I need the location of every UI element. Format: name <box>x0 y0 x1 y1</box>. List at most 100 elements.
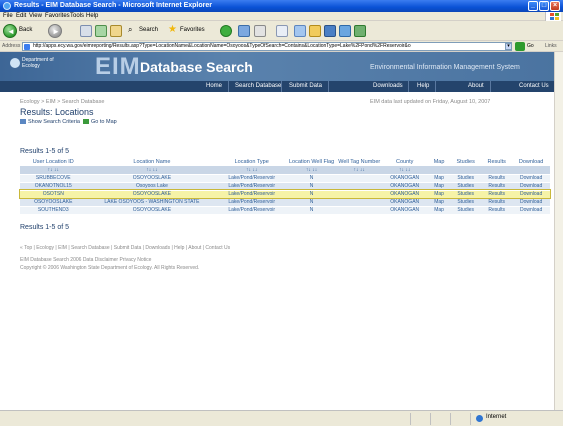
menu-favorites[interactable]: Favorites <box>45 13 70 19</box>
studies-link[interactable]: Studies <box>450 205 482 214</box>
refresh-icon[interactable] <box>95 25 107 37</box>
county-cell: OKANOGAN <box>381 197 428 206</box>
location-id-link[interactable]: OSOTSN <box>20 189 87 198</box>
column-header: Map <box>433 159 445 165</box>
sort-arrows-icon[interactable]: ↑↓ ↓↓ <box>286 166 338 174</box>
column-header[interactable]: Location Name <box>87 158 218 166</box>
download-link[interactable]: Download <box>512 173 550 182</box>
browser-window: Results - EIM Database Search - Microsof… <box>0 0 563 426</box>
column-header[interactable]: Location Well Flag <box>286 158 337 166</box>
minimize-button[interactable]: _ <box>528 1 538 11</box>
go-arrow-icon[interactable] <box>515 42 525 51</box>
results-link[interactable]: Results <box>481 181 513 190</box>
print-icon[interactable] <box>276 25 288 37</box>
security-zone: Internet <box>486 414 507 420</box>
nav-about[interactable]: About <box>468 83 484 89</box>
studies-link[interactable]: Studies <box>450 181 482 190</box>
ecology-logo[interactable]: Department of Ecology <box>10 56 54 76</box>
map-icon <box>83 119 90 124</box>
menu-edit[interactable]: Edit <box>16 13 26 19</box>
location-name-cell: OSOYOOSLAKE <box>86 173 218 182</box>
location-id-link[interactable]: SOUTHEND3 <box>20 205 87 214</box>
back-button[interactable]: ◄ Back <box>3 24 35 38</box>
results-link[interactable]: Results <box>481 197 513 206</box>
ie-logo-icon <box>3 2 11 10</box>
map-link[interactable]: Map <box>427 181 451 190</box>
map-link[interactable]: Map <box>427 197 451 206</box>
forward-button[interactable]: ► <box>48 24 64 38</box>
menu-file[interactable]: File <box>3 13 13 19</box>
show-search-criteria-link[interactable]: Show Search Criteria <box>28 119 80 125</box>
footer-nav[interactable]: « Top | Ecology | EIM | Search Database … <box>20 245 230 251</box>
window-title: Results - EIM Database Search - Microsof… <box>14 2 212 9</box>
favorites-button[interactable]: ★ Favorites <box>168 24 212 38</box>
sort-arrows-icon[interactable]: ↑↓ ↓↓ <box>86 166 218 174</box>
nav-downloads[interactable]: Downloads <box>373 83 403 89</box>
location-id-link[interactable]: OKANOTNOL15 <box>20 181 87 190</box>
edit-icon[interactable] <box>294 25 306 37</box>
breadcrumb[interactable]: Ecology > EIM > Search Database <box>20 99 104 105</box>
links-button[interactable]: Links <box>545 43 557 49</box>
sort-arrows-icon[interactable]: ↑↓ ↓↓ <box>381 166 428 174</box>
column-header[interactable]: County <box>381 158 428 166</box>
folder-icon[interactable] <box>309 25 321 37</box>
sort-arrows-icon[interactable]: ↑↓ ↓↓ <box>337 166 382 174</box>
close-button[interactable]: × <box>550 1 560 11</box>
search-button[interactable]: ⌕ Search <box>128 24 168 38</box>
nav-search-database[interactable]: Search Database <box>235 83 281 89</box>
toolbar: ◄ Back ► ⌕ Search ★ Favorites <box>0 21 563 41</box>
windows-logo-icon <box>545 12 561 21</box>
location-id-link[interactable]: OSOYOOSLAKE <box>20 197 87 206</box>
studies-link[interactable]: Studies <box>450 173 482 182</box>
column-header[interactable]: Well Tag Number <box>337 158 381 166</box>
address-dropdown-icon[interactable]: ▾ <box>505 43 512 50</box>
nav-home[interactable]: Home <box>206 83 222 89</box>
results-count: Results 1-5 of 5 <box>20 148 70 155</box>
messenger-icon[interactable] <box>324 25 336 37</box>
column-header: Studies <box>456 159 475 165</box>
nav-contact-us[interactable]: Contact Us <box>519 83 549 89</box>
download-link[interactable]: Download <box>512 197 550 206</box>
vertical-scrollbar[interactable] <box>554 52 563 410</box>
site-title: Database Search <box>140 59 253 75</box>
map-link[interactable]: Map <box>427 189 451 198</box>
download-link[interactable]: Download <box>512 205 550 214</box>
nav-help[interactable]: Help <box>417 83 429 89</box>
tools-icon[interactable] <box>354 25 366 37</box>
history-icon[interactable] <box>238 25 250 37</box>
results-link[interactable]: Results <box>481 189 513 198</box>
page-icon <box>24 44 30 50</box>
studies-link[interactable]: Studies <box>450 189 482 198</box>
menu-help[interactable]: Help <box>86 13 98 19</box>
results-link[interactable]: Results <box>481 173 513 182</box>
location-id-link[interactable]: SRUBBECOVE <box>20 173 87 182</box>
sort-arrows-icon[interactable]: ↑↓ ↓↓ <box>217 166 287 174</box>
go-button[interactable]: Go <box>527 43 534 49</box>
nav-submit-data[interactable]: Submit Data <box>289 83 322 89</box>
results-count-bottom: Results 1-5 of 5 <box>20 224 70 231</box>
maximize-button[interactable]: □ <box>539 1 549 11</box>
download-link[interactable]: Download <box>512 189 550 198</box>
media-icon[interactable] <box>220 25 232 37</box>
stop-icon[interactable] <box>80 25 92 37</box>
go-to-map-link[interactable]: Go to Map <box>91 119 117 125</box>
download-link[interactable]: Download <box>512 181 550 190</box>
results-link[interactable]: Results <box>481 205 513 214</box>
mail-icon[interactable] <box>254 25 266 37</box>
column-header[interactable]: User Location ID <box>20 158 87 166</box>
menu-view[interactable]: View <box>29 13 42 19</box>
county-cell: OKANOGAN <box>381 189 428 198</box>
studies-link[interactable]: Studies <box>450 197 482 206</box>
research-icon[interactable] <box>339 25 351 37</box>
map-link[interactable]: Map <box>427 205 451 214</box>
sort-arrows-icon[interactable]: ↑↓ ↓↓ <box>20 166 87 174</box>
column-header[interactable]: Location Type <box>217 158 286 166</box>
location-type-cell: Lake/Pond/Reservoir <box>217 189 287 198</box>
menu-tools[interactable]: Tools <box>70 13 84 19</box>
map-link[interactable]: Map <box>427 173 451 182</box>
results-table: User Location ID Location Name Location … <box>19 158 551 214</box>
location-type-cell: Lake/Pond/Reservoir <box>217 173 287 182</box>
home-icon[interactable] <box>110 25 122 37</box>
address-input[interactable]: http://apps.ecy.wa.gov/eimreporting/Resu… <box>22 42 512 51</box>
footer-links[interactable]: EIM Database Search 2006 Data Disclaimer… <box>20 257 151 263</box>
